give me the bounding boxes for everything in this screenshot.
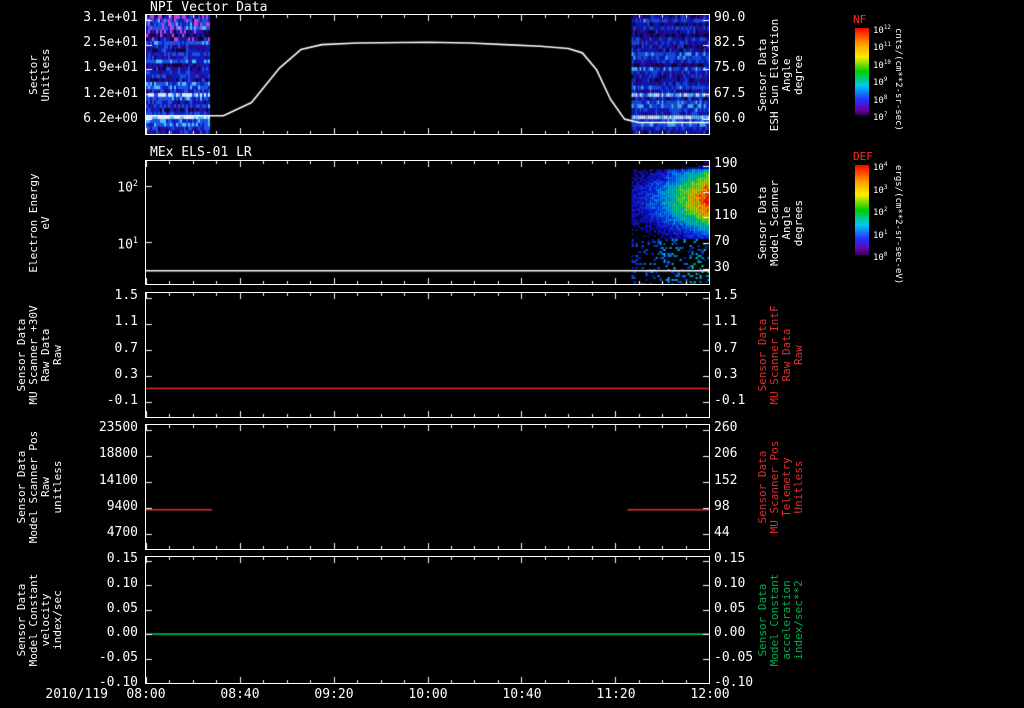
y-tick-right-model-constant-velocity: -0.10 [714, 675, 754, 690]
colorbar-tick-NF: 109 [873, 77, 888, 89]
y-tick-left-mu-scanner-30v-raw: 0.3 [114, 366, 138, 382]
x-tick-label: 10:40 [502, 687, 542, 702]
panel-mu-scanner-30v-raw [145, 292, 710, 418]
left-axis-label-npi-vector-data: Sector Unitless [27, 48, 52, 101]
colorbar-NF [855, 28, 869, 115]
canvas-mu-scanner-30v-raw [146, 293, 709, 417]
y-tick-left-model-scanner-pos-raw: 4700 [106, 525, 138, 541]
canvas-model-constant-velocity [146, 557, 709, 683]
left-axis-label-mex-els-01-lr: Electron Energy eV [27, 172, 52, 273]
colorbar-units-NF: cnts/(cm**2-sr-sec) [893, 28, 903, 131]
colorbar-tick-NF: 108 [873, 94, 888, 106]
colorbar-tick-DEF: 103 [873, 184, 888, 196]
x-axis-labels: 08:00 08:40 09:20 10:00 10:40 11:20 12:0… [121, 688, 735, 701]
colorbar-tick-NF: 1011 [873, 42, 891, 54]
x-tick-label: 11:20 [596, 687, 636, 702]
y-tick-left-model-scanner-pos-raw: 18800 [98, 446, 138, 462]
panel-model-constant-velocity [145, 556, 710, 684]
canvas-model-scanner-pos-raw [146, 425, 709, 549]
colorbar-tick-DEF: 101 [873, 229, 888, 241]
colorbar-tick-DEF: 102 [873, 207, 888, 218]
panel-title-npi: NPI Vector Data [150, 0, 268, 15]
canvas-npi-vector-data [146, 15, 709, 134]
y-tick-left-mu-scanner-30v-raw: -0.1 [106, 393, 138, 409]
y-tick-left-mu-scanner-30v-raw: 0.7 [114, 340, 138, 356]
y-tick-left-model-constant-velocity: 0.15 [106, 550, 138, 566]
y-tick-left-model-constant-velocity: 0.10 [106, 575, 138, 591]
y-tick-left-npi-vector-data: 3.1e+01 [83, 9, 138, 25]
x-tick-label: 10:00 [408, 687, 448, 702]
y-tick-left-mu-scanner-30v-raw: 1.5 [114, 288, 138, 304]
y-tick-left-model-constant-velocity: 0.05 [106, 600, 138, 616]
y-tick-right-mu-scanner-30v-raw: 1.5 [714, 288, 738, 304]
y-tick-left-model-scanner-pos-raw: 23500 [98, 420, 138, 436]
y-tick-left-model-constant-velocity: -0.10 [98, 675, 138, 690]
plot-stage: NPI Vector Data MEx ELS-01 LR 08:00 08:4… [0, 0, 1024, 708]
colorbar-tick-NF: 1012 [873, 25, 891, 36]
x-tick-label: 08:40 [220, 687, 260, 702]
y-tick-left-model-scanner-pos-raw: 14100 [98, 472, 138, 488]
panel-title-els: MEx ELS-01 LR [150, 145, 252, 160]
y-tick-right-model-scanner-pos-raw: 260 [714, 420, 738, 436]
left-axis-label-mu-scanner-30v-raw: Sensor Data MU Scanner +30V Raw Data Raw [15, 305, 64, 405]
colorbar-DEF [855, 165, 869, 255]
colorbar-tick-NF: 107 [873, 112, 888, 123]
colorbar-tick-DEF: 100 [873, 252, 888, 263]
colorbar-label-NF: NF [853, 13, 867, 26]
right-axis-label-mu-scanner-30v-raw: Sensor Data MU Scanner IntF Raw Data Raw [756, 305, 805, 405]
y-tick-left-model-constant-velocity: -0.05 [98, 650, 138, 666]
y-tick-left-mex-els-01-lr: 102 [117, 178, 138, 196]
y-tick-right-model-constant-velocity: 0.15 [714, 550, 746, 566]
colorbar-tick-DEF: 104 [873, 162, 888, 173]
y-tick-left-npi-vector-data: 2.5e+01 [83, 35, 138, 51]
y-tick-left-npi-vector-data: 6.2e+00 [83, 110, 138, 126]
panel-mex-els-01-lr [145, 160, 710, 285]
left-axis-label-model-scanner-pos-raw: Sensor Data Model Scanner Pos Raw unitle… [15, 430, 64, 544]
colorbar-label-DEF: DEF [853, 150, 873, 163]
y-tick-right-mex-els-01-lr: 190 [714, 156, 738, 171]
colorbar-tick-NF: 1010 [873, 59, 891, 71]
date-label: 2010/119 [45, 687, 108, 702]
canvas-mex-els-01-lr [146, 161, 709, 284]
left-axis-label-model-constant-velocity: Sensor Data Model Constant velocity inde… [15, 573, 64, 667]
y-tick-left-model-scanner-pos-raw: 9400 [106, 498, 138, 514]
y-tick-left-mex-els-01-lr: 101 [117, 234, 138, 253]
right-axis-label-mex-els-01-lr: Sensor Data Model Scanner Angle degrees [756, 179, 805, 266]
colorbar-units-DEF: ergs/(cm**2-sr-sec-eV) [893, 165, 903, 285]
right-axis-label-model-scanner-pos-raw: Sensor Data MU Scanner Pos Telemetry Uni… [756, 440, 805, 534]
y-tick-left-model-constant-velocity: 0.00 [106, 625, 138, 641]
panel-npi-vector-data [145, 14, 710, 135]
y-tick-left-npi-vector-data: 1.9e+01 [83, 60, 138, 76]
x-tick-label: 09:20 [314, 687, 354, 702]
panel-model-scanner-pos-raw [145, 424, 710, 550]
y-tick-left-npi-vector-data: 1.2e+01 [83, 85, 138, 101]
right-axis-label-model-constant-velocity: Sensor Data Model Constant acceleration … [756, 573, 805, 667]
right-axis-label-npi-vector-data: Sensor Data ESH Sun Elevation Angle degr… [756, 18, 805, 131]
y-tick-left-mu-scanner-30v-raw: 1.1 [114, 314, 138, 330]
